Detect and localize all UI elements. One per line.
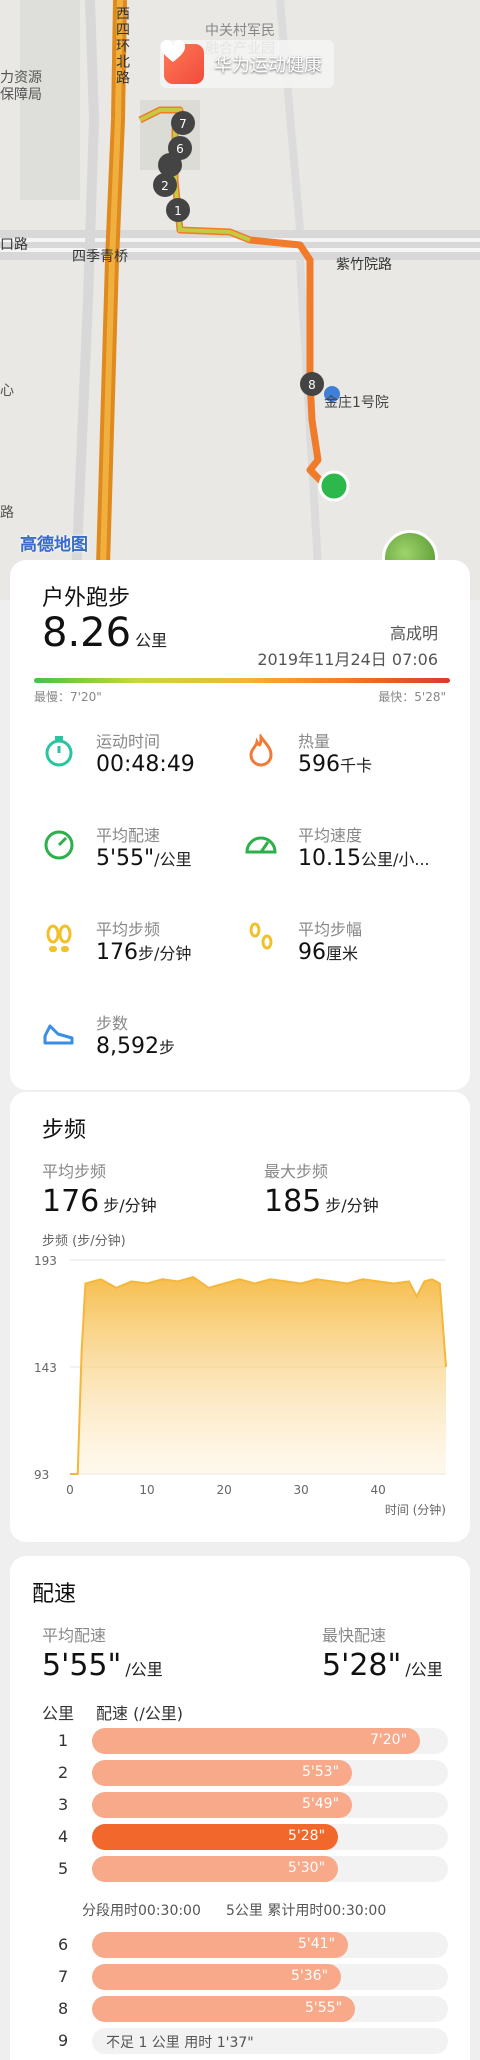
pace-row-km: 8 — [58, 1999, 69, 2018]
map-label-lu: 路 — [0, 505, 14, 521]
pace-row: 8 5'55" — [34, 1996, 454, 2022]
cadence-title: 步频 — [42, 1118, 87, 1143]
stat-steps: 步数 8,592步 — [42, 1010, 242, 1080]
stat-avg-stride: 平均步幅 96厘米 — [244, 916, 444, 986]
x-axis-label: 时间 (分钟) — [385, 1502, 446, 1517]
pace-gauge-icon — [44, 830, 74, 860]
map-attribution: 高德地图 — [20, 535, 88, 555]
map-label-resources: 力资源 保障局 — [0, 70, 42, 103]
health-heart-icon — [160, 40, 204, 84]
pace-bar-value: 5'28" — [288, 1828, 326, 1844]
map-label-jinzhuang: 金庄1号院 — [324, 395, 389, 411]
x-tick-label: 10 — [139, 1483, 154, 1497]
pace-row: 6 5'41" — [34, 1932, 454, 1958]
pace-row-km: 6 — [58, 1935, 69, 1954]
map-label-xin: 心 — [0, 383, 14, 399]
pace-gradient-bar — [34, 678, 450, 683]
activity-type: 户外跑步 — [42, 586, 131, 611]
fastest-pace: 最快：5'28" — [378, 690, 446, 704]
pace-row: 5 5'30" — [34, 1856, 454, 1882]
cadence-avg-label: 平均步频 — [42, 1162, 107, 1181]
stride-icon — [249, 922, 273, 950]
map-label-siji: 四季青桥 — [72, 249, 128, 265]
pace-bar-value: 7'20" — [370, 1732, 408, 1748]
slowest-pace: 最慢：7'20" — [34, 690, 102, 704]
x-tick-label: 20 — [216, 1483, 231, 1497]
pace-row: 4 5'28" — [34, 1824, 454, 1850]
pace-row-km: 2 — [58, 1763, 69, 1782]
distance-value: 8.26 公里 — [42, 610, 168, 656]
pace-col-pace: 配速 (/公里) — [96, 1704, 183, 1723]
stat-avg-pace: 平均配速 5'55"/公里 — [42, 822, 242, 892]
workout-datetime: 2019年11月24日 07:06 — [257, 650, 438, 669]
split-note-b: 5公里 累计用时00:30:00 — [226, 1903, 387, 1919]
y-tick-label: 143 — [34, 1361, 57, 1375]
pace-row-km: 5 — [58, 1859, 69, 1878]
pace-bar-value: 5'55" — [305, 2000, 343, 2016]
pace-bar-value: 5'53" — [302, 1764, 340, 1780]
route-marker-8: 8 — [308, 378, 316, 392]
map-label-kou: 口路 — [0, 237, 28, 253]
footprints-icon — [46, 924, 72, 952]
stat-avg-cadence: 平均步频 176步/分钟 — [42, 916, 242, 986]
route-marker-1: 1 — [174, 204, 182, 218]
x-tick-label: 0 — [66, 1483, 74, 1497]
route-map[interactable]: 7 6 2 1 8 西四环北路 力资源 保障局 中关村军民 融合产业园 口路 四… — [0, 0, 480, 600]
pace-row-km: 7 — [58, 1967, 69, 1986]
pace-fast-value: 5'28"/公里 — [322, 1648, 443, 1683]
cadence-chart: 93 143 193 0 10 20 30 40 时间 (分钟) — [34, 1254, 447, 1517]
split-note-a: 分段用时00:30:00 — [82, 1903, 201, 1919]
pace-row: 7 5'36" — [34, 1964, 454, 1990]
pace-fast-label: 最快配速 — [322, 1626, 387, 1645]
pace-title: 配速 — [32, 1582, 77, 1607]
stat-avg-speed: 平均速度 10.15公里/小... — [244, 822, 444, 892]
map-canvas: 7 6 2 1 8 — [0, 0, 480, 600]
flame-icon — [249, 734, 273, 767]
route-marker-7: 7 — [179, 117, 187, 131]
pace-bar-value: 5'36" — [291, 1968, 329, 1984]
cadence-max-label: 最大步频 — [264, 1162, 329, 1181]
pace-bar-value: 5'30" — [288, 1860, 326, 1876]
cadence-avg-value: 176 步/分钟 — [42, 1184, 157, 1219]
stat-calories: 热量 596千卡 — [244, 728, 444, 798]
pace-row: 1 7'20" — [34, 1728, 454, 1754]
stat-duration: 运动时间 00:48:49 — [42, 728, 242, 798]
y-tick-label: 193 — [34, 1254, 57, 1268]
cadence-chart-caption: 步频 (步/分钟) — [42, 1234, 126, 1249]
brand-name: 华为运动健康 — [214, 55, 322, 76]
x-tick-label: 40 — [371, 1483, 386, 1497]
cadence-card: 步频 平均步频 最大步频 176 步/分钟 185 步/分钟 步频 (步/分钟) 9… — [10, 1092, 470, 1542]
summary-card: 户外跑步 8.26 公里 高成明 2019年11月24日 07:06 最慢：7'2… — [10, 560, 470, 1090]
finish-runner-icon — [318, 470, 350, 502]
pace-avg-label: 平均配速 — [42, 1626, 107, 1645]
pace-row: 2 5'53" — [34, 1760, 454, 1786]
pace-row-km: 3 — [58, 1795, 69, 1814]
pace-row: 3 5'49" — [34, 1792, 454, 1818]
pace-row-km: 1 — [58, 1731, 69, 1750]
pace-col-km: 公里 — [42, 1704, 75, 1723]
pace-bar-value: 5'49" — [302, 1796, 340, 1812]
pace-row-last: 9 不足 1 公里 用时 1'37" — [34, 2028, 454, 2054]
pace-avg-value: 5'55"/公里 — [42, 1648, 163, 1683]
user-name: 高成明 — [389, 624, 438, 643]
pace-bar-value: 5'41" — [298, 1936, 336, 1952]
shoe-icon — [43, 1024, 74, 1045]
y-tick-label: 93 — [34, 1468, 49, 1482]
pace-row-km: 4 — [58, 1827, 69, 1846]
speed-gauge-icon — [245, 836, 277, 854]
route-marker-2: 2 — [161, 179, 169, 193]
x-tick-label: 30 — [294, 1483, 309, 1497]
stopwatch-icon — [45, 736, 73, 767]
map-label-zizhu: 紫竹院路 — [336, 257, 392, 273]
cadence-max-value: 185 步/分钟 — [264, 1184, 379, 1219]
pace-card: 配速 平均配速 最快配速 5'55"/公里 5'28"/公里 公里 配速 (/公… — [10, 1556, 470, 2060]
route-marker-6: 6 — [176, 142, 184, 156]
cadence-area — [70, 1277, 446, 1474]
map-label-road: 西四环北路 — [114, 6, 130, 86]
app-brand: 华为运动健康 — [160, 40, 334, 88]
